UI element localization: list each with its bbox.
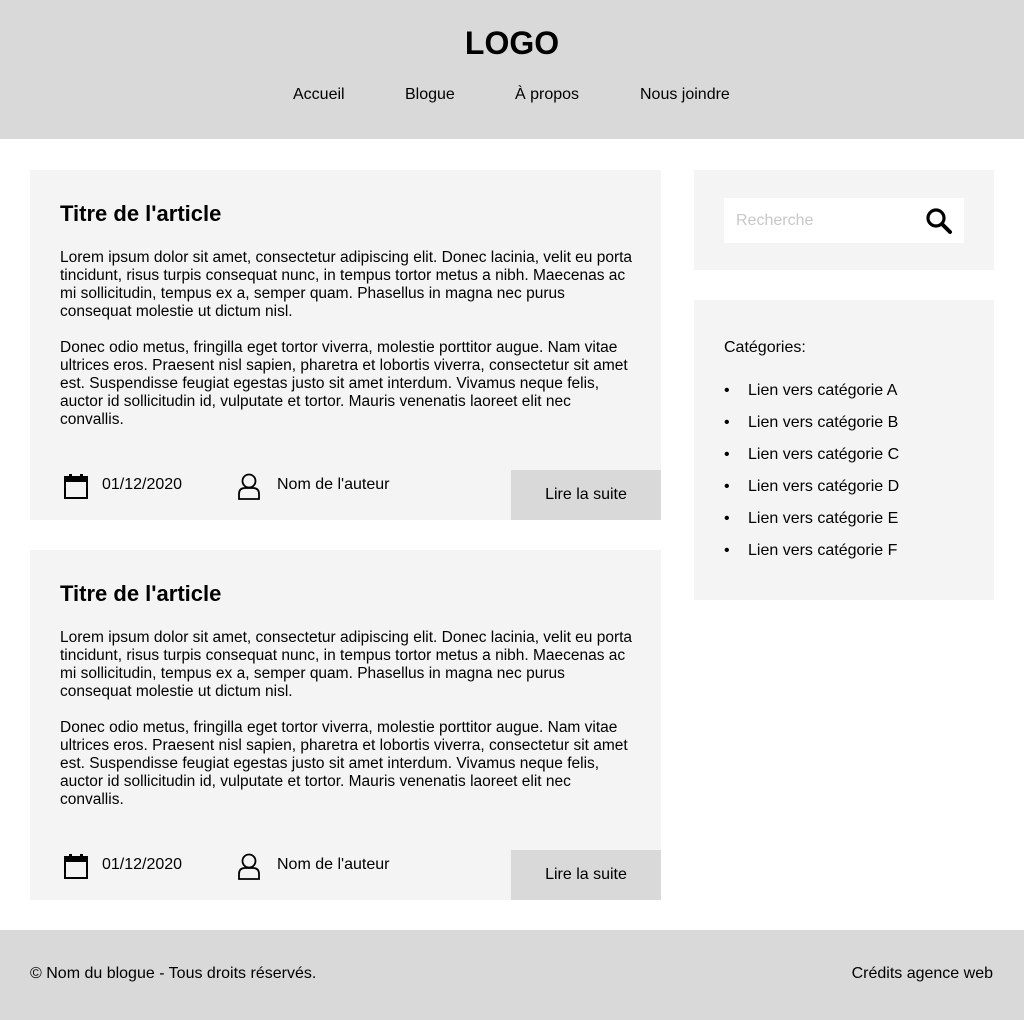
category-link[interactable]: Lien vers catégorie A [748,381,897,401]
main-nav: Accueil Blogue À propos Nous joindre [0,84,1024,106]
read-more-button[interactable]: Lire la suite [511,470,661,520]
article-card: Titre de l'article Lorem ipsum dolor sit… [30,550,661,900]
nav-item-accueil[interactable]: Accueil [293,84,345,106]
site-header: LOGO Accueil Blogue À propos Nous joindr… [0,0,1024,139]
bullet: • [724,478,730,495]
nav-item-blogue[interactable]: Blogue [405,84,455,106]
article-date: 01/12/2020 [102,856,183,873]
bullet: • [724,542,730,559]
article-paragraph: Donec odio metus, fringilla eget tortor … [60,719,628,808]
category-link[interactable]: Lien vers catégorie E [748,509,898,529]
article-author: Nom de l'auteur [277,856,390,873]
article-paragraph: Donec odio metus, fringilla eget tortor … [60,339,628,428]
footer-copyright: © Nom du blogue - Tous droits réservés. [30,965,317,982]
user-icon [237,853,261,885]
category-link[interactable]: Lien vers catégorie B [748,413,898,433]
footer-credits-link[interactable]: Crédits agence web [852,964,993,984]
bullet: • [724,382,730,399]
search-widget [694,170,994,270]
nav-item-a-propos[interactable]: À propos [515,84,579,106]
user-icon [237,473,261,505]
categories-title: Catégories: [724,339,806,356]
category-link[interactable]: Lien vers catégorie F [748,541,897,561]
bullet: • [724,446,730,463]
bullet: • [724,414,730,431]
calendar-icon [64,473,88,504]
site-logo[interactable]: LOGO [0,24,1024,62]
nav-item-nous-joindre[interactable]: Nous joindre [640,84,730,106]
site-footer: © Nom du blogue - Tous droits réservés. … [0,930,1024,1020]
article-paragraph: Lorem ipsum dolor sit amet, consectetur … [60,249,633,320]
category-link[interactable]: Lien vers catégorie D [748,477,899,497]
bullet: • [724,510,730,527]
article-title[interactable]: Titre de l'article [60,200,221,228]
article-title[interactable]: Titre de l'article [60,580,221,608]
article-paragraph: Lorem ipsum dolor sit amet, consectetur … [60,629,633,700]
calendar-icon [64,853,88,884]
article-author: Nom de l'auteur [277,476,390,493]
search-icon[interactable] [924,206,954,236]
category-link[interactable]: Lien vers catégorie C [748,445,899,465]
article-card: Titre de l'article Lorem ipsum dolor sit… [30,170,661,520]
read-more-button[interactable]: Lire la suite [511,850,661,900]
categories-widget: Catégories: • Lien vers catégorie A • Li… [694,300,994,600]
article-date: 01/12/2020 [102,476,183,493]
